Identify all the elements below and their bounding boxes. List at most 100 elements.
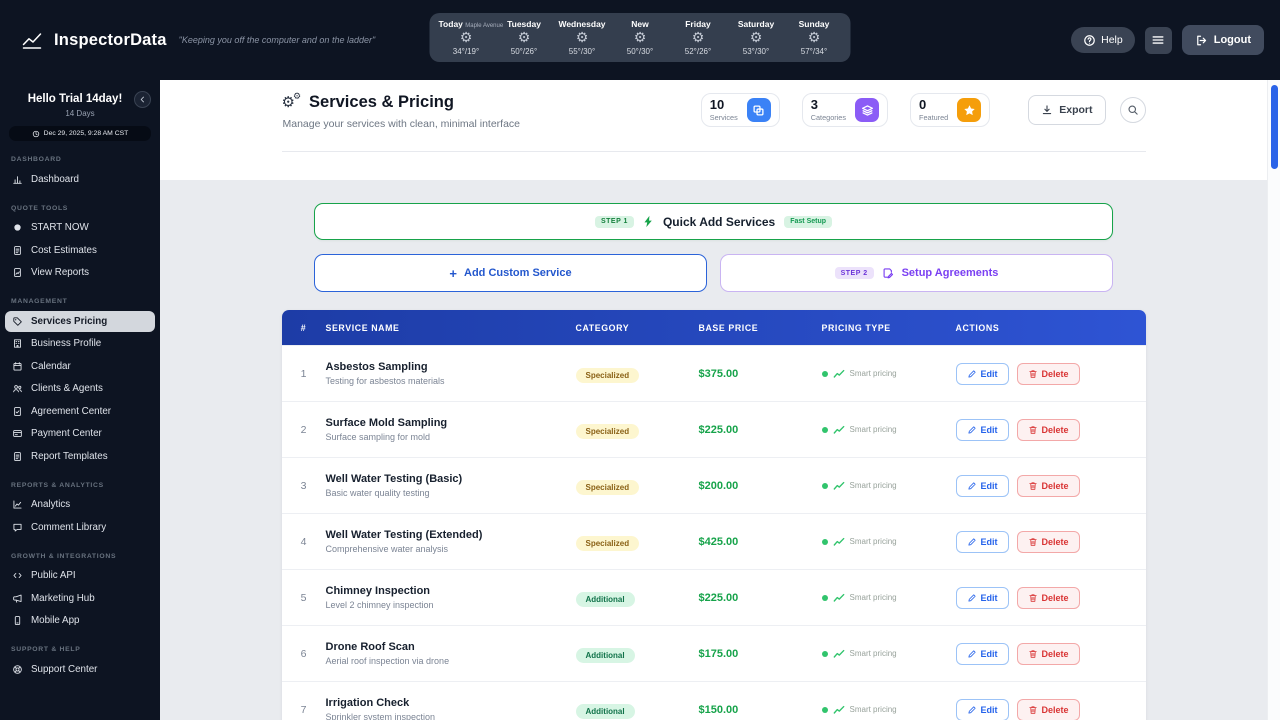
search-button[interactable] xyxy=(1120,97,1146,123)
delete-button[interactable]: Delete xyxy=(1017,419,1080,441)
sidebar-section-title: MANAGEMENT xyxy=(0,289,160,309)
service-name: Well Water Testing (Extended) xyxy=(326,529,576,541)
sidebar-item-report-templates[interactable]: Report Templates xyxy=(5,446,155,467)
help-button[interactable]: Help xyxy=(1071,27,1135,53)
weather-day-new: New⚙50°/30° xyxy=(613,19,668,56)
service-row-well-water-testing-extended: 4Well Water Testing (Extended) Comprehens… xyxy=(282,513,1146,569)
sidebar-item-comment-library[interactable]: Comment Library xyxy=(5,517,155,538)
export-button[interactable]: Export xyxy=(1028,95,1105,125)
sidebar-item-payment-center[interactable]: Payment Center xyxy=(5,423,155,444)
sidebar-item-public-api[interactable]: Public API xyxy=(5,565,155,586)
service-description: Comprehensive water analysis xyxy=(326,544,576,554)
trash-icon xyxy=(1028,705,1038,715)
clock-icon xyxy=(32,130,40,138)
sidebar-item-services-pricing[interactable]: Services Pricing xyxy=(5,311,155,332)
column-service-name: SERVICE NAME xyxy=(326,323,576,333)
sidebar-item-view-reports[interactable]: View Reports xyxy=(5,262,155,283)
sidebar-item-business-profile[interactable]: Business Profile xyxy=(5,333,155,354)
weather-widget: Today Maple Avenue⚙34°/19°Tuesday⚙50°/26… xyxy=(430,13,851,62)
stat-value: 10 xyxy=(710,98,738,113)
weather-day-label: Wednesday xyxy=(555,19,610,29)
service-description: Surface sampling for mold xyxy=(326,432,576,442)
delete-button[interactable]: Delete xyxy=(1017,363,1080,385)
sidebar-item-agreement-center[interactable]: Agreement Center xyxy=(5,401,155,422)
delete-button[interactable]: Delete xyxy=(1017,643,1080,665)
stat-label: Featured xyxy=(919,113,948,122)
service-name: Irrigation Check xyxy=(326,697,576,709)
scrollbar-thumb[interactable] xyxy=(1271,85,1278,169)
menu-button[interactable] xyxy=(1145,27,1172,54)
sidebar-item-label: Payment Center xyxy=(31,428,102,439)
quick-add-services-card[interactable]: STEP 1 Quick Add Services Fast Setup xyxy=(314,203,1113,240)
logout-button[interactable]: Logout xyxy=(1182,25,1264,55)
row-number: 7 xyxy=(282,704,326,716)
sidebar-section-management: MANAGEMENTServices PricingBusiness Profi… xyxy=(0,289,160,467)
pricing-type: Smart pricing xyxy=(822,705,956,715)
row-number: 1 xyxy=(282,368,326,380)
edit-button[interactable]: Edit xyxy=(956,699,1009,720)
trial-days-left: 14 Days xyxy=(9,109,151,118)
chevron-left-icon xyxy=(138,95,147,104)
edit-button[interactable]: Edit xyxy=(956,363,1009,385)
layers-icon xyxy=(855,98,879,122)
edit-button[interactable]: Edit xyxy=(956,419,1009,441)
plus-icon: + xyxy=(449,267,457,280)
setup-agreements-button[interactable]: STEP 2 Setup Agreements xyxy=(720,254,1113,292)
edit-button[interactable]: Edit xyxy=(956,531,1009,553)
service-name: Asbestos Sampling xyxy=(326,361,576,373)
delete-button[interactable]: Delete xyxy=(1017,531,1080,553)
sidebar-item-mobile-app[interactable]: Mobile App xyxy=(5,610,155,631)
weather-day-label: Tuesday xyxy=(497,19,552,29)
edit-button[interactable]: Edit xyxy=(956,475,1009,497)
category-badge: Specialized xyxy=(576,480,640,495)
sidebar-item-support-center[interactable]: Support Center xyxy=(5,659,155,680)
table-body: 1Asbestos SamplingTesting for asbestos m… xyxy=(282,345,1146,720)
building-icon xyxy=(12,338,23,349)
weather-day-saturday: Saturday⚙53°/30° xyxy=(729,19,784,56)
edit-label: Edit xyxy=(981,369,998,379)
brand-name: InspectorData xyxy=(54,31,167,50)
add-custom-service-button[interactable]: + Add Custom Service xyxy=(314,254,707,292)
sidebar-item-analytics[interactable]: Analytics xyxy=(5,494,155,515)
scrollbar[interactable] xyxy=(1267,80,1280,720)
sidebar-item-start-now[interactable]: START NOW xyxy=(5,217,155,238)
sidebar-item-clients-agents[interactable]: Clients & Agents xyxy=(5,378,155,399)
pricing-type-label: Smart pricing xyxy=(850,537,897,546)
sidebar-item-marketing-hub[interactable]: Marketing Hub xyxy=(5,588,155,609)
weather-temps: 50°/30° xyxy=(613,47,668,56)
delete-label: Delete xyxy=(1042,593,1069,603)
trash-icon xyxy=(1028,425,1038,435)
pencil-icon xyxy=(967,593,977,603)
stat-card-services: 10Services xyxy=(701,93,780,127)
pricing-type: Smart pricing xyxy=(822,481,956,491)
sidebar-section-dashboard: DASHBOARDDashboard xyxy=(0,147,160,190)
service-name: Well Water Testing (Basic) xyxy=(326,473,576,485)
delete-button[interactable]: Delete xyxy=(1017,475,1080,497)
card-icon xyxy=(12,428,23,439)
service-row-chimney-inspection: 5Chimney InspectionLevel 2 chimney inspe… xyxy=(282,569,1146,625)
base-price: $200.00 xyxy=(699,480,822,492)
page-title: Services & Pricing xyxy=(309,93,454,112)
pricing-type-label: Smart pricing xyxy=(850,593,897,602)
delete-button[interactable]: Delete xyxy=(1017,699,1080,720)
service-name: Surface Mold Sampling xyxy=(326,417,576,429)
sidebar-item-cost-estimates[interactable]: Cost Estimates xyxy=(5,240,155,261)
status-dot-icon xyxy=(822,483,828,489)
content-area: STEP 1 Quick Add Services Fast Setup + A… xyxy=(160,180,1267,720)
edit-button[interactable]: Edit xyxy=(956,587,1009,609)
sidebar-item-dashboard[interactable]: Dashboard xyxy=(5,169,155,190)
sidebar-account-block: Hello Trial 14day! 14 Days Dec 29, 2025,… xyxy=(0,80,160,141)
sidebar-item-label: Report Templates xyxy=(31,451,108,462)
sidebar-collapse-button[interactable] xyxy=(134,91,151,108)
edit-button[interactable]: Edit xyxy=(956,643,1009,665)
sidebar-item-calendar[interactable]: Calendar xyxy=(5,356,155,377)
pricing-type-label: Smart pricing xyxy=(850,369,897,378)
base-price: $225.00 xyxy=(699,424,822,436)
row-number: 4 xyxy=(282,536,326,548)
service-name: Drone Roof Scan xyxy=(326,641,576,653)
service-description: Sprinkler system inspection xyxy=(326,712,576,720)
sidebar-item-label: View Reports xyxy=(31,267,89,278)
row-number: 3 xyxy=(282,480,326,492)
row-number: 2 xyxy=(282,424,326,436)
delete-button[interactable]: Delete xyxy=(1017,587,1080,609)
